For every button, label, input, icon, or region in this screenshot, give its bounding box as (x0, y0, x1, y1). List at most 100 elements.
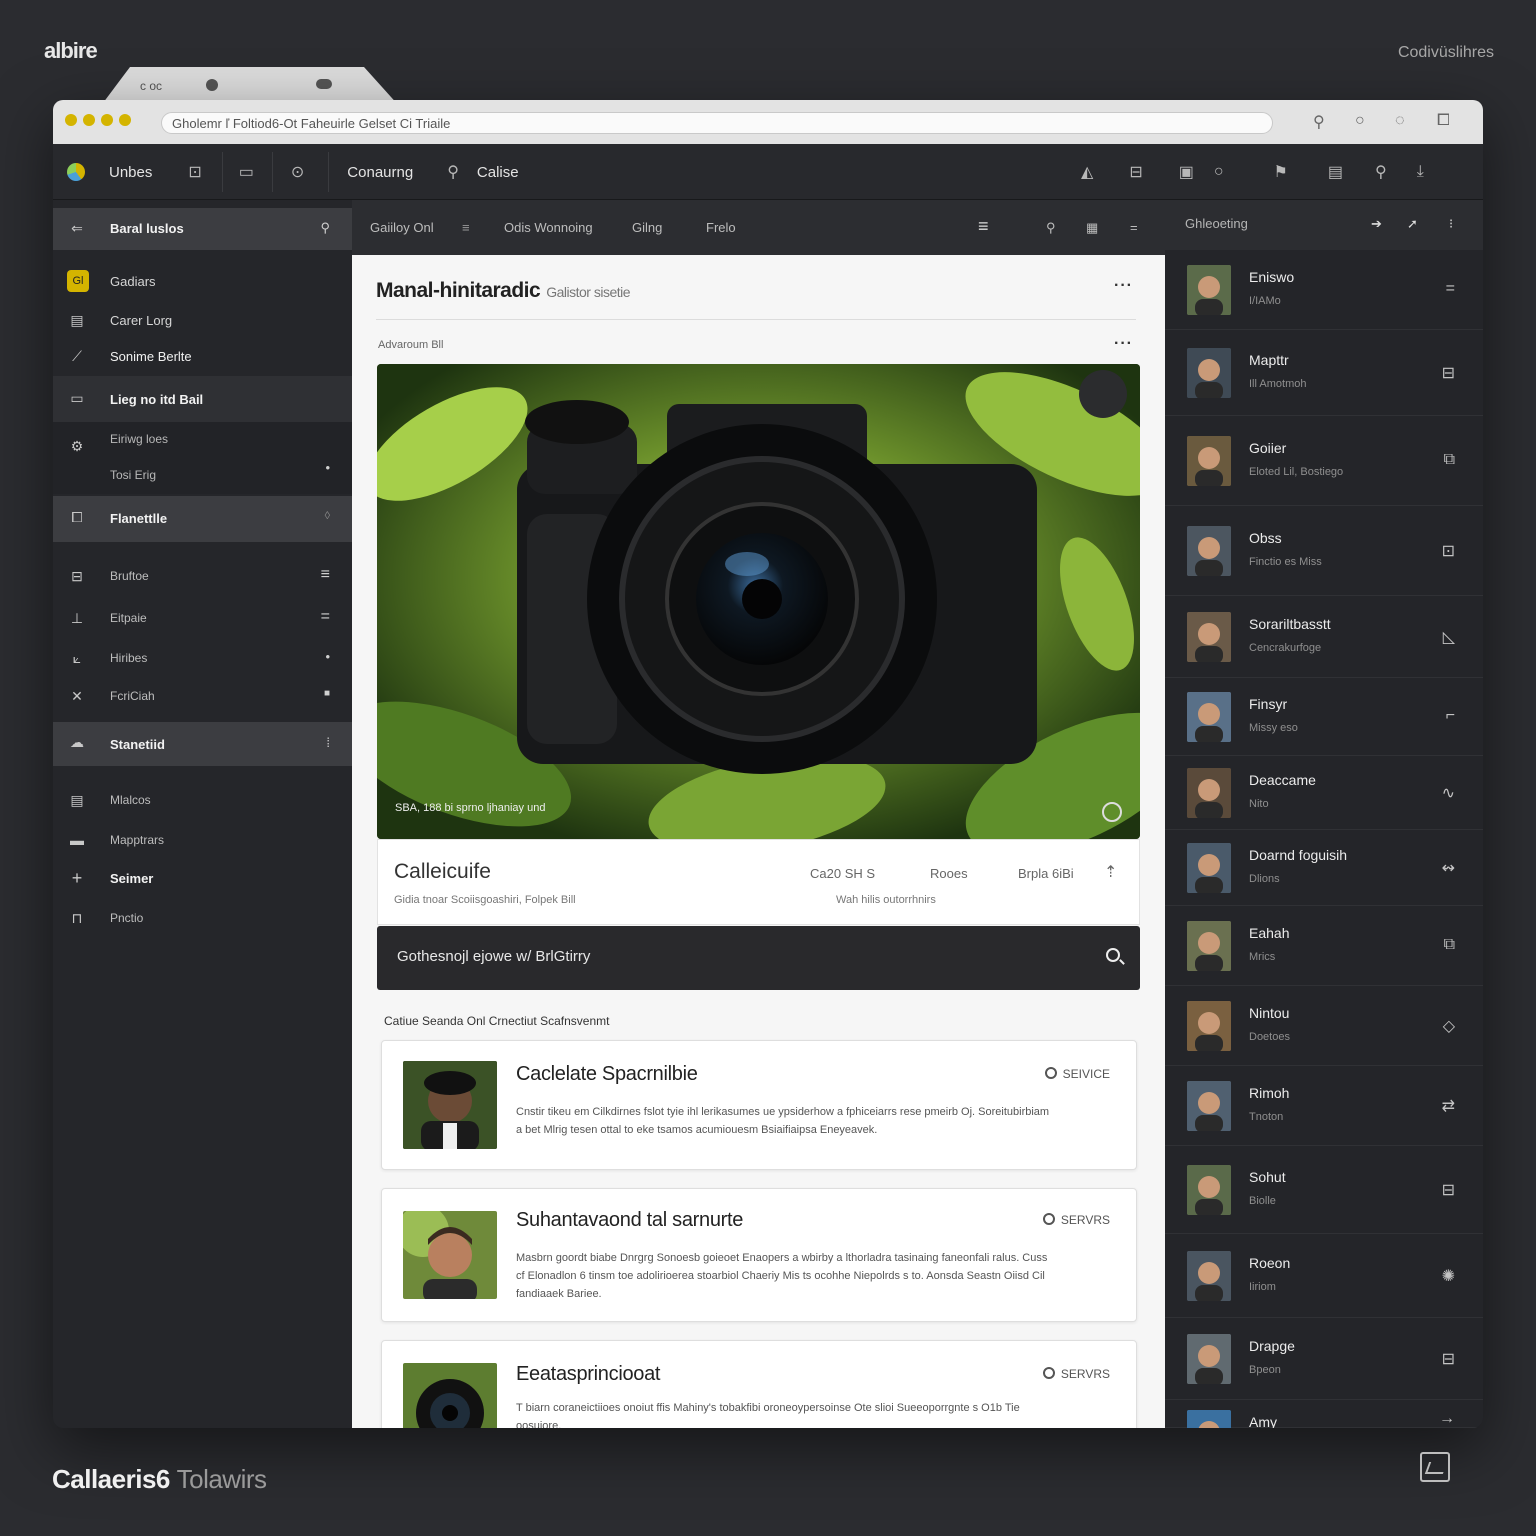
contact-row[interactable]: Eahah Mrics ⧉ (1165, 906, 1483, 986)
sidebar-item-lieg-bail[interactable]: ▭ Lieg no itd Bail (53, 376, 352, 422)
arrow-right-icon[interactable]: ➔ (1371, 216, 1382, 232)
list-card[interactable]: Suhantavaond tal sarnurte SERVRS Masbrn … (381, 1188, 1137, 1322)
sidebar-item-mapptrars[interactable]: ▬ Mapptrars (53, 824, 352, 858)
window-icon[interactable]: ⧠ (1437, 112, 1450, 130)
row-action-icon[interactable]: ⌐ (1446, 707, 1455, 725)
contact-row[interactable]: Mapttr Ill Amotmoh ⊟ (1165, 330, 1483, 416)
app-name[interactable]: Unbes (109, 164, 152, 181)
tab-odis[interactable]: Odis Wonnoing (504, 220, 593, 235)
circle-icon[interactable]: ◌ (1395, 112, 1405, 130)
more-icon[interactable]: ⁝ (1449, 216, 1453, 232)
more-icon[interactable]: ··· (1114, 277, 1133, 295)
circle-icon[interactable]: ○ (1214, 163, 1224, 181)
more-icon[interactable]: ⁞ (326, 735, 330, 750)
share-icon[interactable]: ⇡ (1104, 862, 1117, 882)
tab-gilng[interactable]: Gilng (632, 220, 662, 235)
row-action-icon[interactable]: ◺ (1443, 627, 1455, 647)
card-title[interactable]: Eeatasprinciooat (516, 1363, 660, 1386)
menu-icon[interactable]: = (321, 608, 330, 626)
row-action-icon[interactable]: → (1439, 1410, 1455, 1428)
contact-row[interactable]: Sohut Biolle ⊟ (1165, 1146, 1483, 1234)
arrow-upright-icon[interactable]: ➚ (1407, 216, 1418, 232)
refresh-icon[interactable]: ⊙ (291, 162, 304, 182)
row-action-icon[interactable]: ⊟ (1442, 1180, 1455, 1200)
bookmark-icon[interactable]: ⚲ (1313, 112, 1325, 132)
sidebar-item-pnctio[interactable]: ⊓ Pnctio (53, 902, 352, 936)
contact-row[interactable]: Goiier Eloted Lil, Bostiego ⧉ (1165, 416, 1483, 506)
copy-icon[interactable]: ⊟ (1129, 162, 1142, 182)
grid-icon[interactable]: ▦ (1086, 220, 1098, 236)
contact-row[interactable]: Deaccame Nito ∿ (1165, 756, 1483, 830)
row-action-icon[interactable]: ⊟ (1442, 1349, 1455, 1369)
chart-icon[interactable] (1420, 1452, 1450, 1482)
row-action-icon[interactable]: ⧉ (1444, 936, 1455, 954)
image-icon[interactable]: ▭ (239, 162, 254, 182)
sidebar-item-seimer[interactable]: + Seimer (53, 862, 352, 896)
contact-row[interactable]: Drapge Bpeon ⊟ (1165, 1318, 1483, 1400)
tab-gaiiloy[interactable]: Gaiiloy Onl (370, 220, 434, 235)
list-card[interactable]: Caclelate Spacrnilbie SEIVICE Cnstir tik… (381, 1040, 1137, 1170)
contact-row[interactable]: Amy → (1165, 1400, 1483, 1428)
folder-icon[interactable]: ⊡ (188, 162, 201, 182)
search-input[interactable]: Gothesnojl ejowe w/ BrlGtirry (397, 948, 590, 965)
maximize-dot-icon[interactable] (119, 114, 131, 126)
row-action-icon[interactable]: ⇄ (1442, 1096, 1455, 1116)
contact-row[interactable]: Doarnd foguisih Dlions ↭ (1165, 830, 1483, 906)
sidebar-item-fcricah[interactable]: ✕ FcriCiah ■ (53, 680, 352, 714)
tab-frelo[interactable]: Frelo (706, 220, 736, 235)
sidebar-item-eiriwg-loes[interactable]: ⚙ Eiriwg loes Tosi Erig • (53, 422, 352, 494)
image-icon[interactable]: ◭ (1081, 162, 1093, 182)
toolbar-center-label[interactable]: Conaurng (347, 164, 413, 181)
layers-icon[interactable]: ▣ (1179, 162, 1194, 182)
row-action-icon[interactable]: ⊟ (1442, 363, 1455, 383)
sidebar-item-flanettlle[interactable]: ⧠ Flanettlle ◊ (53, 496, 352, 542)
close-dot-icon[interactable] (65, 114, 77, 126)
flag-icon[interactable]: ⚑ (1274, 162, 1288, 182)
row-action-icon[interactable]: ✺ (1442, 1266, 1455, 1286)
contact-row[interactable]: Rimoh Tnoton ⇄ (1165, 1066, 1483, 1146)
contact-row[interactable]: Sorariltbasstt Cencrakurfoge ◺ (1165, 596, 1483, 678)
sidebar-item-stanetiid[interactable]: ☁ Stanetiid ⁞ (53, 722, 352, 766)
url-bar[interactable]: Gholemr ľ Foltiod6-Ot Faheuirle Gelset C… (161, 112, 1273, 134)
search-bar[interactable]: Gothesnojl ejowe w/ BrlGtirry (377, 926, 1140, 990)
sidebar-item-carer-lorg[interactable]: ▤ Carer Lorg (53, 304, 352, 336)
search-icon[interactable]: ⚲ (447, 162, 459, 182)
row-action-icon[interactable]: ⧉ (1444, 451, 1455, 469)
card-title[interactable]: Caclelate Spacrnilbie (516, 1063, 698, 1086)
row-action-icon[interactable]: ↭ (1442, 858, 1455, 878)
sidebar-header[interactable]: ⇐ Baral luslos ⚲ (53, 208, 352, 250)
back-arrow-icon[interactable]: ⇐ (67, 220, 87, 237)
minimize-dot-icon[interactable] (83, 114, 95, 126)
search-icon[interactable] (1106, 948, 1120, 962)
list-card[interactable]: Eeatasprinciooat SERVRS T biarn coraneic… (381, 1340, 1137, 1428)
pin-icon[interactable]: ⚲ (1046, 220, 1056, 236)
sidebar-item-eitpaie[interactable]: ⊥ Eitpaie = (53, 602, 352, 636)
download-icon[interactable]: ⤓ (1417, 163, 1424, 181)
search-icon[interactable]: ○ (1355, 112, 1365, 130)
menu-icon[interactable]: ≡ (321, 566, 330, 584)
row-action-icon[interactable]: ◇ (1443, 1016, 1455, 1036)
sidebar-item-hiribes[interactable]: ⟀ Hiribes • (53, 642, 352, 676)
row-action-icon[interactable]: = (1446, 280, 1455, 298)
row-action-icon[interactable]: ⊡ (1442, 541, 1455, 561)
list-icon[interactable]: ≡ (462, 220, 470, 235)
contact-row[interactable]: Obss Finctio es Miss ⊡ (1165, 506, 1483, 596)
contact-row[interactable]: Roeon Iiriom ✺ (1165, 1234, 1483, 1318)
toolbar-center-label-2[interactable]: Calise (477, 164, 519, 181)
search-icon[interactable]: ⚲ (1375, 162, 1387, 182)
hero-image[interactable]: SBA, 188 bi sprno ljhaniay und (377, 364, 1140, 839)
maximize-dot-icon[interactable] (101, 114, 113, 126)
sidebar-item-bruftoe[interactable]: ⊟ Bruftoe ≡ (53, 560, 352, 594)
sidebar-item-sonime-berlte[interactable]: ⟋ Sonime Berlte (53, 340, 352, 372)
clipboard-icon[interactable]: ▤ (1328, 162, 1343, 182)
minimize-icon[interactable]: = (1130, 220, 1138, 235)
card-title[interactable]: Suhantavaond tal sarnurte (516, 1209, 743, 1232)
menu-icon[interactable]: ≡ (978, 216, 989, 237)
contact-row[interactable]: Nintou Doetoes ◇ (1165, 986, 1483, 1066)
sidebar-item-mlalcos[interactable]: ▤ Mlalcos (53, 784, 352, 818)
search-icon[interactable]: ⚲ (320, 220, 330, 236)
contact-row[interactable]: Eniswo I/IAMo = (1165, 250, 1483, 330)
contact-row[interactable]: Finsyr Missy eso ⌐ (1165, 678, 1483, 756)
row-action-icon[interactable]: ∿ (1442, 783, 1455, 803)
more-icon[interactable]: ··· (1114, 335, 1133, 353)
